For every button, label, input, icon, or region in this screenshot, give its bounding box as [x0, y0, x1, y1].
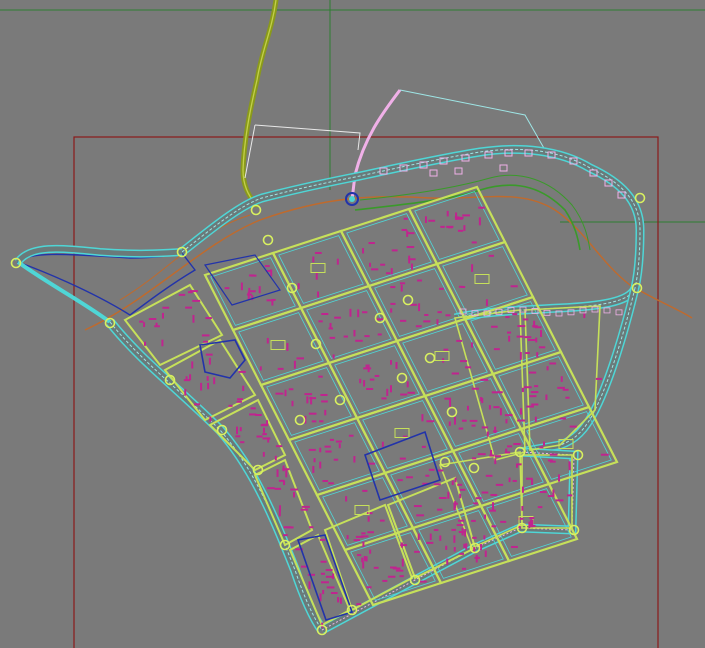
cad-viewport[interactable] — [0, 0, 705, 648]
interchange-core — [349, 196, 355, 202]
site-plan-drawing — [0, 0, 705, 648]
